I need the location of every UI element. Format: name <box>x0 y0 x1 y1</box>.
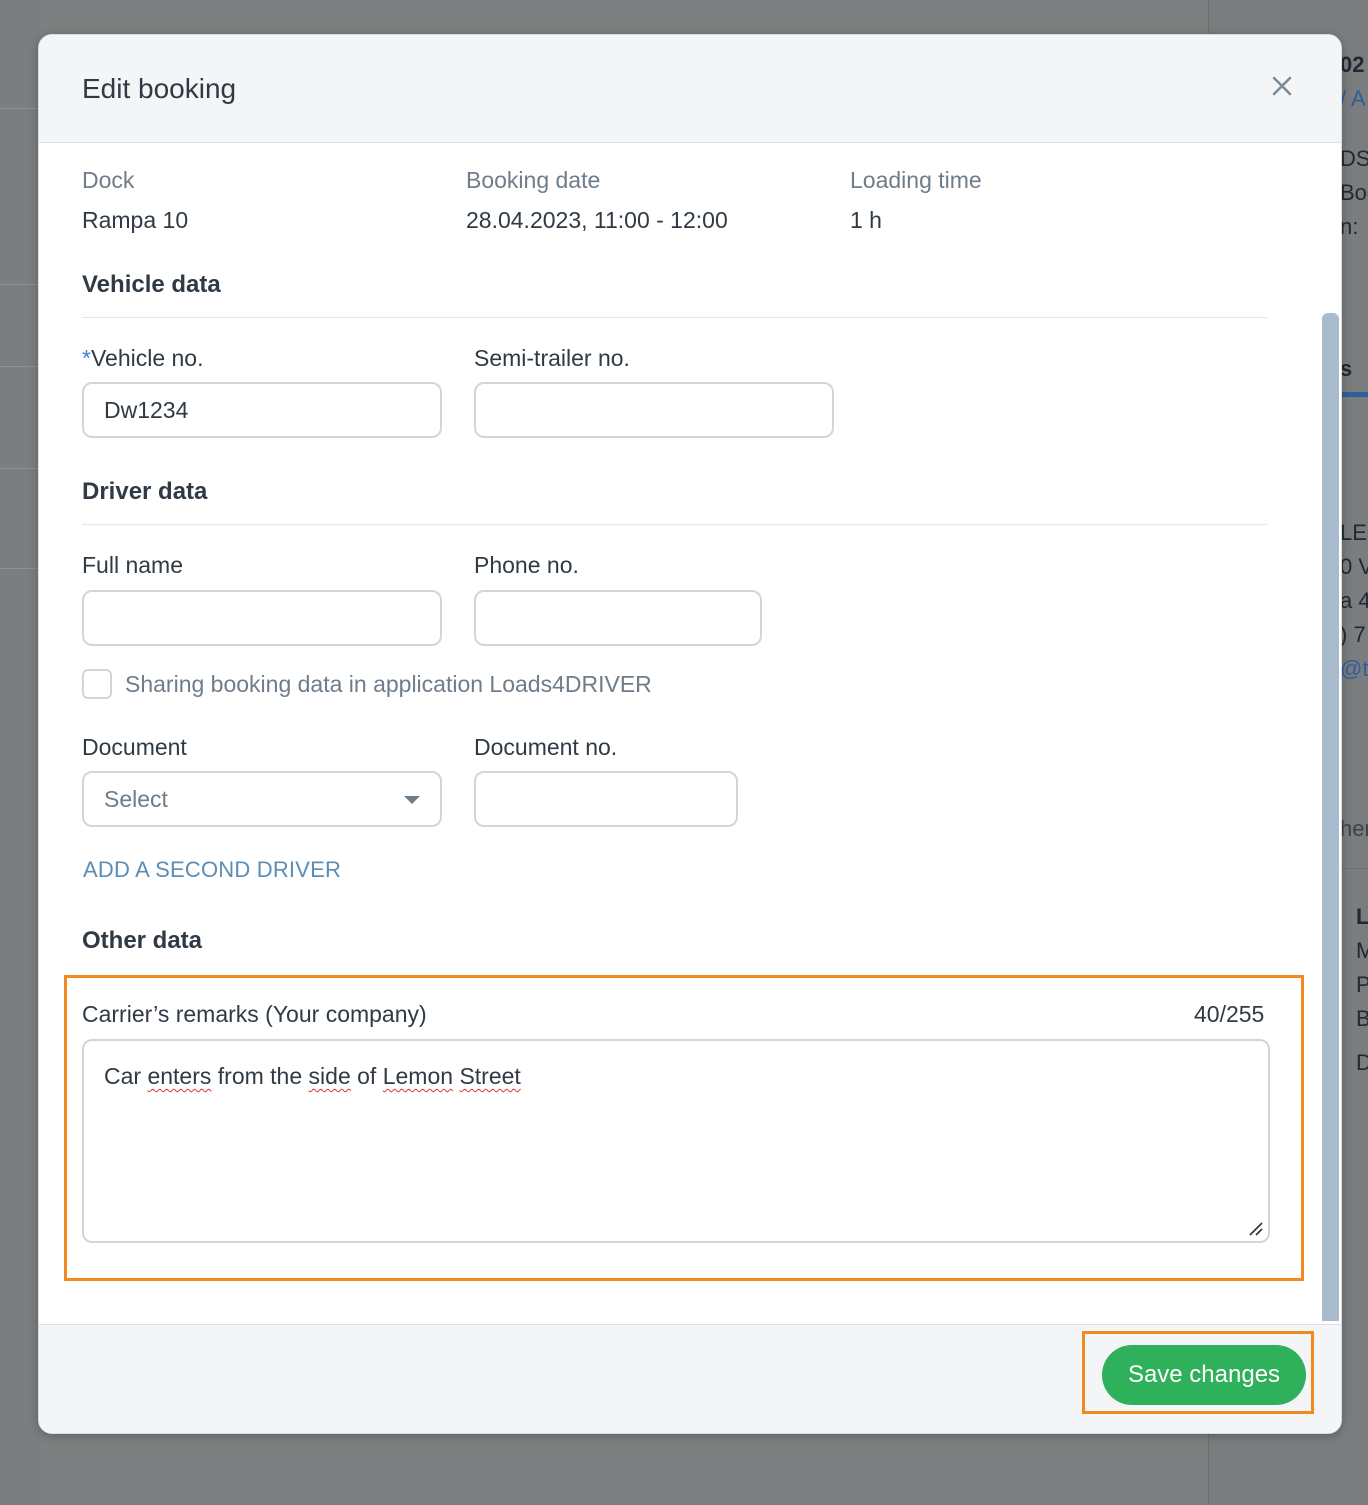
share-booking-checkbox[interactable] <box>82 669 112 699</box>
add-second-driver-button[interactable]: ADD A SECOND DRIVER <box>83 857 341 883</box>
document-label: Document <box>82 734 187 760</box>
section-divider <box>82 524 1267 525</box>
dock-label: Dock <box>82 167 135 193</box>
background-divider <box>0 284 40 285</box>
modal-header: Edit booking <box>39 35 1341 143</box>
background-text: 02 <box>1340 52 1365 77</box>
full-name-input[interactable] <box>82 590 442 646</box>
document-no-label: Document no. <box>474 734 618 760</box>
booking-date-value: 28.04.2023, 11:00 - 12:00 <box>466 207 728 233</box>
background-text: her <box>1340 816 1368 841</box>
background-text: Boo <box>1340 180 1368 205</box>
background-left-strip <box>0 0 40 1505</box>
background-text: 0 V <box>1340 554 1368 579</box>
chevron-down-icon <box>404 796 420 804</box>
resize-handle-icon[interactable] <box>1244 1217 1264 1237</box>
save-button-highlight <box>1082 1331 1314 1414</box>
background-link: @t <box>1340 656 1368 681</box>
loading-time-value: 1 h <box>850 207 882 233</box>
background-divider <box>0 366 40 367</box>
vehicle-no-label: *Vehicle no. <box>82 345 204 371</box>
edit-booking-modal: Edit booking Dock Rampa 10 Booking date … <box>38 34 1342 1434</box>
background-tab: s <box>1340 356 1353 381</box>
required-marker: * <box>82 345 91 371</box>
background-divider <box>0 568 40 569</box>
background-text: ) 7 <box>1340 622 1366 647</box>
phone-no-input[interactable] <box>474 590 762 646</box>
close-button[interactable] <box>1265 69 1299 103</box>
document-select[interactable]: Select <box>82 771 442 827</box>
section-divider <box>82 317 1267 318</box>
modal-title: Edit booking <box>82 73 237 104</box>
carrier-remarks-textarea[interactable]: Car enters from the side of Lemon Street <box>82 1039 1270 1243</box>
background-divider <box>0 108 40 109</box>
background-text: M <box>1356 938 1368 963</box>
character-counter: 40/255 <box>1194 1001 1265 1027</box>
background-divider <box>0 468 40 469</box>
scrollbar[interactable] <box>1322 313 1339 1321</box>
background-active-tab-indicator <box>1340 392 1368 397</box>
background-text: a 4 <box>1340 588 1368 613</box>
background-text: LE <box>1340 520 1367 545</box>
background-text: L <box>1356 904 1368 929</box>
other-data-heading: Other data <box>82 927 203 954</box>
dock-value: Rampa 10 <box>82 207 189 233</box>
booking-date-label: Booking date <box>466 167 601 193</box>
background-text: D <box>1356 1050 1368 1075</box>
vehicle-data-heading: Vehicle data <box>82 271 221 298</box>
share-booking-label[interactable]: Sharing booking data in application Load… <box>125 671 652 698</box>
carrier-remarks-label: Carrier’s remarks (Your company) <box>82 1001 427 1027</box>
document-no-input[interactable] <box>474 771 738 827</box>
phone-no-label: Phone no. <box>474 552 579 578</box>
full-name-label: Full name <box>82 552 183 578</box>
background-text: B <box>1356 1006 1368 1031</box>
close-icon <box>1272 76 1292 96</box>
loading-time-label: Loading time <box>850 167 982 193</box>
document-select-value: Select <box>104 786 168 812</box>
background-link: / A <box>1340 86 1366 111</box>
background-text: n: <box>1340 214 1359 239</box>
semi-trailer-no-label: Semi-trailer no. <box>474 345 630 371</box>
driver-data-heading: Driver data <box>82 478 208 505</box>
background-text: DS <box>1340 146 1368 171</box>
background-text: P <box>1356 972 1368 997</box>
vehicle-no-input[interactable] <box>82 382 442 438</box>
semi-trailer-no-input[interactable] <box>474 382 834 438</box>
